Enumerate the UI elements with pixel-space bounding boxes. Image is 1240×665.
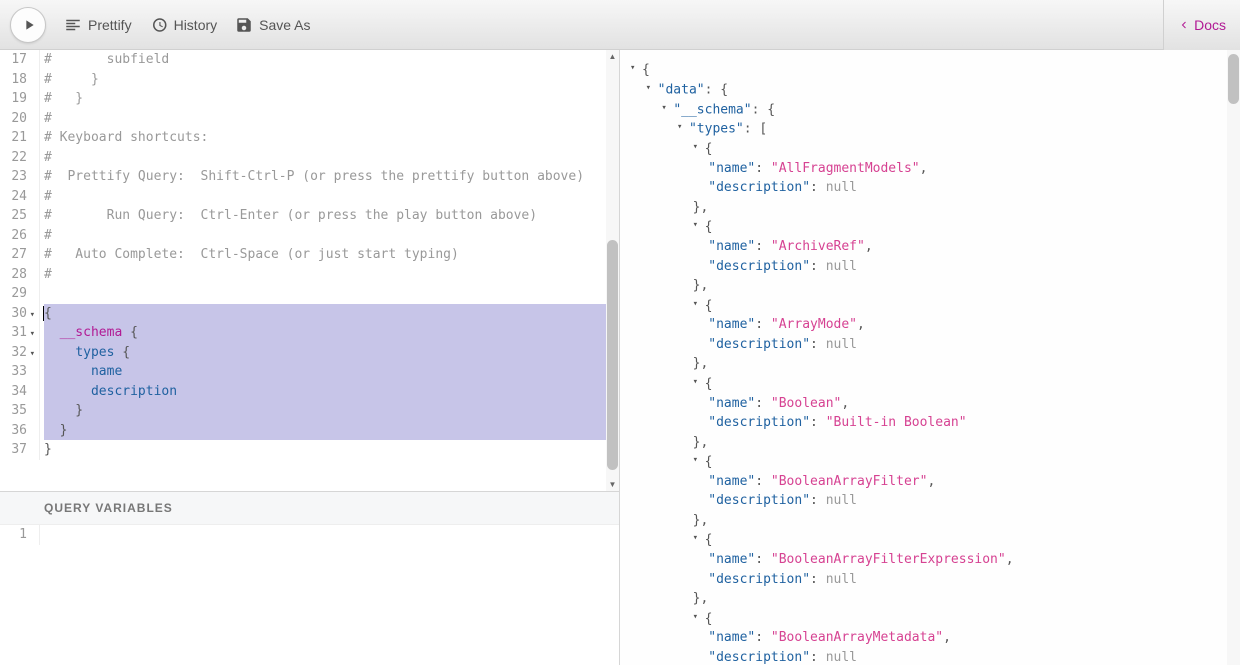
editor-scrollbar[interactable]: ▲ ▼: [606, 50, 619, 491]
result-scrollbar[interactable]: [1227, 50, 1240, 665]
query-variables-label: QUERY VARIABLES: [44, 501, 173, 515]
prettify-icon: [64, 16, 82, 34]
query-variables-header[interactable]: QUERY VARIABLES: [0, 491, 619, 525]
history-label: History: [174, 17, 218, 33]
result-pane: ▾{ ▾"data": { ▾"__schema": { ▾"types": […: [620, 50, 1240, 665]
history-button[interactable]: History: [150, 16, 218, 34]
run-button[interactable]: [10, 7, 46, 43]
scroll-up-arrow[interactable]: ▲: [606, 50, 619, 63]
result-scrollbar-thumb[interactable]: [1228, 54, 1239, 104]
variables-line-number: 1: [0, 525, 35, 545]
scrollbar-thumb[interactable]: [607, 240, 618, 470]
save-icon: [235, 16, 253, 34]
scroll-down-arrow[interactable]: ▼: [606, 478, 619, 491]
docs-label: Docs: [1194, 17, 1226, 33]
save-as-label: Save As: [259, 17, 310, 33]
save-as-button[interactable]: Save As: [235, 16, 310, 34]
play-icon: [21, 17, 37, 33]
main: 1718192021222324252627282930▾31▾32▾33343…: [0, 50, 1240, 665]
query-editor[interactable]: 1718192021222324252627282930▾31▾32▾33343…: [0, 50, 619, 491]
editor-code[interactable]: # subfield# }# }## Keyboard shortcuts:##…: [40, 50, 619, 460]
history-icon: [150, 16, 168, 34]
toolbar: Prettify History Save As Docs: [0, 0, 1240, 50]
docs-button[interactable]: Docs: [1163, 0, 1240, 50]
chevron-left-icon: [1178, 19, 1190, 31]
result-viewer[interactable]: ▾{ ▾"data": { ▾"__schema": { ▾"types": […: [620, 50, 1240, 665]
editor-gutter: 1718192021222324252627282930▾31▾32▾33343…: [0, 50, 40, 460]
prettify-label: Prettify: [88, 17, 132, 33]
query-variables-editor[interactable]: 1: [0, 525, 619, 665]
editor-pane: 1718192021222324252627282930▾31▾32▾33343…: [0, 50, 620, 665]
prettify-button[interactable]: Prettify: [64, 16, 132, 34]
